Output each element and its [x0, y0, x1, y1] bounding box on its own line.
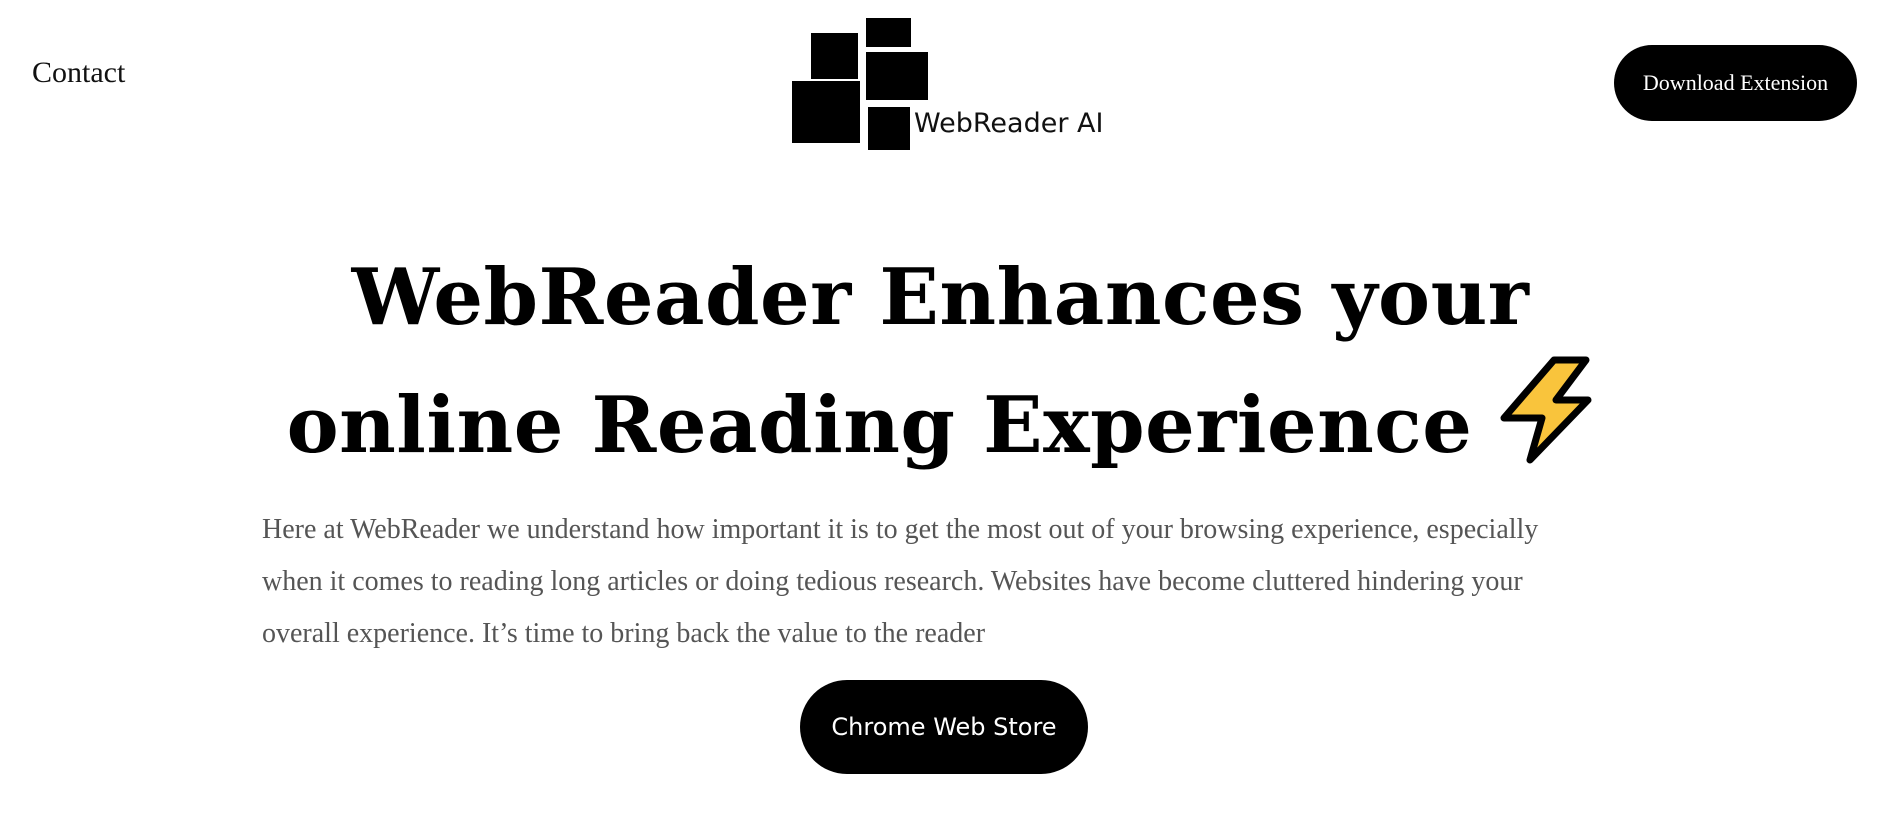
hero-title-line-1: WebReader Enhances your [351, 252, 1530, 343]
hero-title: WebReader Enhances your online Reading E… [0, 240, 1881, 496]
logo-block [809, 31, 860, 81]
logo-block [866, 105, 912, 152]
hero-title-line-2: online Reading Experience [286, 380, 1473, 471]
landing-page: Contact WebReader AI Download Extension … [0, 0, 1881, 828]
logo-block [790, 79, 862, 145]
logo-block [864, 16, 913, 49]
hero-description: Here at WebReader we understand how impo… [262, 514, 1539, 649]
logo-text: WebReader AI [914, 108, 1104, 139]
hero-title-line-2-wrapper: online Reading Experience [0, 356, 1881, 496]
download-extension-button[interactable]: Download Extension [1614, 45, 1857, 121]
logo[interactable]: WebReader AI [790, 16, 1104, 152]
chrome-web-store-button[interactable]: Chrome Web Store [800, 680, 1088, 774]
lightning-bolt-icon [1490, 356, 1594, 496]
contact-link[interactable]: Contact [32, 58, 125, 88]
logo-block [864, 50, 930, 102]
